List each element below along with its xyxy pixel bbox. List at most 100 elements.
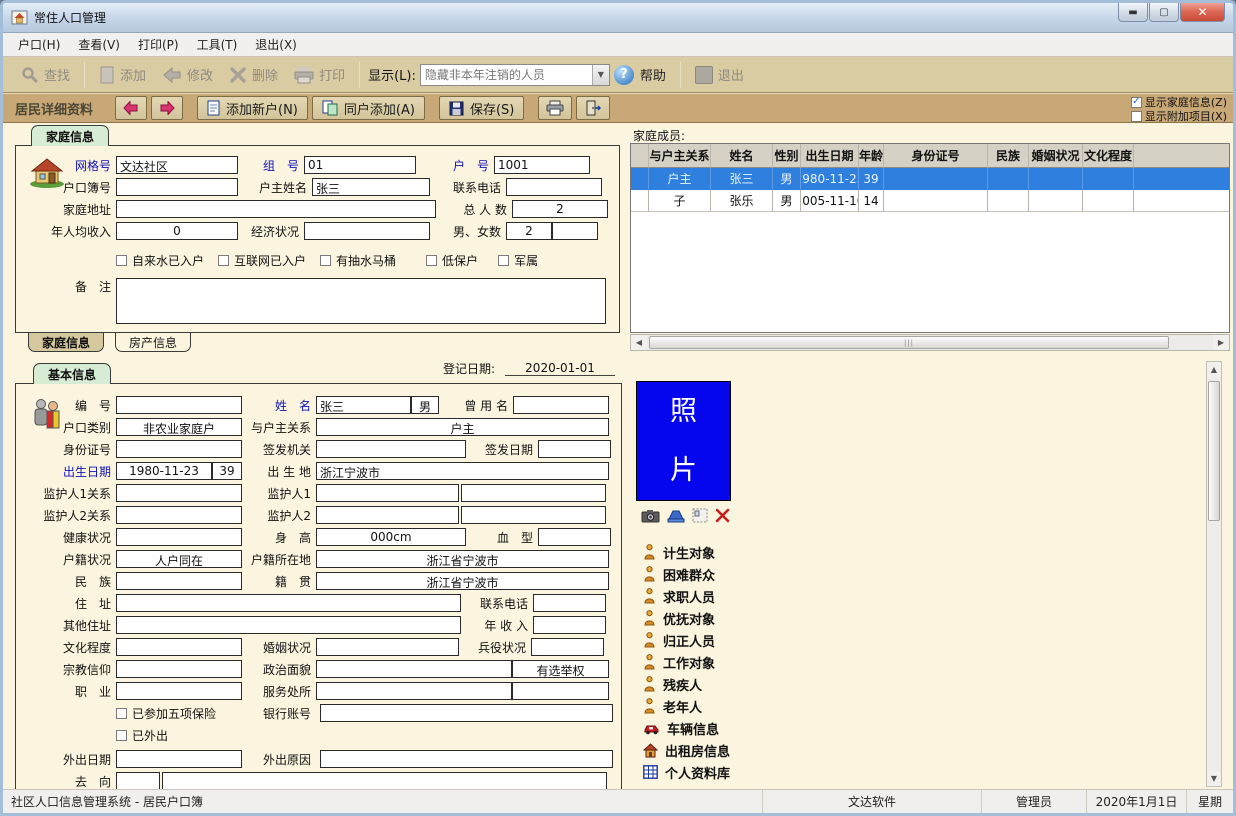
add-same-household-button[interactable]: 同户添加(A) [312, 96, 425, 120]
col-header[interactable]: 年龄 [859, 144, 884, 168]
prev-record-button[interactable] [115, 96, 147, 120]
utility-checkbox[interactable]: 有抽水马桶 [320, 252, 396, 269]
show-family-info-checkbox[interactable]: 显示家庭信息(Z) [1131, 95, 1227, 109]
table-row[interactable]: 户主张三男1980-11-2339 [631, 168, 1229, 190]
cell[interactable]: 张乐 [711, 190, 773, 212]
table-row[interactable]: 子张乐男2005-11-1014 [631, 190, 1229, 212]
form-input[interactable] [116, 772, 160, 790]
form-checkbox[interactable]: 已参加五项保险 [116, 705, 254, 722]
form-input[interactable] [116, 484, 242, 502]
cell[interactable]: 2005-11-10 [801, 190, 859, 212]
menu-item-4[interactable]: 退出(X) [246, 33, 306, 56]
col-header[interactable]: 性别 [773, 144, 801, 168]
form-input[interactable] [316, 440, 466, 458]
menu-item-0[interactable]: 户口(H) [9, 33, 69, 56]
form-input[interactable] [513, 396, 609, 414]
quick-link[interactable]: 计生对象 [643, 541, 730, 563]
col-header[interactable]: 文化程度 [1083, 144, 1134, 168]
next-record-button[interactable] [151, 96, 183, 120]
form-input[interactable] [304, 222, 430, 240]
bottom-tab-family-info[interactable]: 家庭信息 [28, 333, 104, 352]
form-input[interactable] [116, 396, 242, 414]
form-input[interactable]: 0 [116, 222, 238, 240]
form-input[interactable] [533, 616, 606, 634]
cell[interactable]: 子 [649, 190, 711, 212]
menu-item-2[interactable]: 打印(P) [129, 33, 188, 56]
cell[interactable]: 14 [859, 190, 884, 212]
vscroll-thumb[interactable] [1208, 381, 1220, 521]
print-record-button[interactable] [538, 96, 572, 120]
find-button[interactable]: 查找 [13, 61, 78, 88]
form-input[interactable]: 非农业家庭户 [116, 418, 242, 436]
print-button[interactable]: 打印 [286, 61, 353, 88]
form-input[interactable] [316, 638, 459, 656]
minimize-button[interactable]: ▬ [1118, 3, 1148, 22]
form-input[interactable] [116, 638, 242, 656]
quick-link[interactable]: 出租房信息 [643, 739, 730, 761]
help-icon[interactable]: ? [614, 65, 634, 85]
form-input[interactable]: 户主 [316, 418, 609, 436]
save-button[interactable]: 保存(S) [439, 96, 524, 120]
cell[interactable]: 1980-11-23 [801, 168, 859, 190]
remark-textarea[interactable] [116, 278, 606, 324]
quick-link[interactable]: 优抚对象 [643, 607, 730, 629]
utility-checkbox[interactable]: 低保户 [426, 252, 478, 269]
col-header[interactable]: 出生日期 [801, 144, 859, 168]
row-selector[interactable] [631, 168, 649, 190]
cell[interactable] [1083, 190, 1134, 212]
add-new-household-button[interactable]: 添加新户(N) [197, 96, 308, 120]
quick-link[interactable]: 工作对象 [643, 651, 730, 673]
form-input[interactable] [320, 704, 613, 722]
form-input[interactable] [316, 506, 459, 524]
form-input[interactable] [552, 222, 598, 240]
cell[interactable] [1029, 168, 1083, 190]
form-input[interactable]: 2 [506, 222, 552, 240]
hscroll-thumb[interactable]: ||| [649, 336, 1169, 349]
scroll-right-icon[interactable]: ▶ [1213, 335, 1229, 350]
utility-checkbox[interactable]: 军属 [498, 252, 538, 269]
form-input[interactable]: 人户同在 [116, 550, 242, 568]
cell[interactable] [988, 168, 1029, 190]
form-input[interactable] [538, 440, 611, 458]
cell[interactable] [988, 190, 1029, 212]
form-input[interactable] [316, 484, 459, 502]
col-header[interactable]: 姓名 [711, 144, 773, 168]
close-detail-button[interactable] [576, 96, 610, 120]
form-input[interactable]: 张三 [312, 178, 430, 196]
form-input[interactable] [116, 750, 242, 768]
maximize-button[interactable]: ▢ [1149, 3, 1179, 22]
modify-button[interactable]: 修改 [154, 61, 221, 88]
form-input[interactable]: 浙江省宁波市 [316, 550, 609, 568]
form-input[interactable]: 01 [304, 156, 416, 174]
form-input[interactable]: 男 [411, 396, 439, 414]
form-input[interactable] [461, 484, 606, 502]
menu-item-3[interactable]: 工具(T) [188, 33, 247, 56]
form-input[interactable] [316, 682, 512, 700]
form-input[interactable]: 1001 [494, 156, 590, 174]
form-input[interactable] [531, 638, 604, 656]
form-input[interactable] [316, 660, 512, 678]
form-input[interactable] [116, 506, 242, 524]
cell[interactable]: 39 [859, 168, 884, 190]
scanner-icon[interactable] [667, 509, 685, 523]
col-header[interactable]: 与户主关系 [649, 144, 711, 168]
form-input[interactable]: 39 [212, 462, 242, 480]
tab-basic-info[interactable]: 基本信息 [33, 363, 111, 384]
detail-vscrollbar[interactable]: ▲ ▼ [1206, 361, 1222, 787]
cell[interactable] [1029, 190, 1083, 212]
form-input[interactable] [116, 682, 242, 700]
delete-button[interactable]: 删除 [221, 61, 286, 88]
help-button[interactable]: 帮助 [638, 61, 674, 88]
form-input[interactable] [538, 528, 611, 546]
cell[interactable]: 户主 [649, 168, 711, 190]
cell[interactable]: 男 [773, 190, 801, 212]
form-checkbox[interactable]: 已外出 [116, 727, 254, 744]
form-input[interactable] [512, 682, 609, 700]
form-input[interactable]: 有选举权 [512, 660, 609, 678]
display-filter-select[interactable]: 隐藏非本年注销的人员 ▼ [420, 64, 610, 86]
form-input[interactable] [116, 660, 242, 678]
form-input[interactable] [116, 594, 461, 612]
form-input[interactable] [162, 772, 607, 790]
quick-link[interactable]: 老年人 [643, 695, 730, 717]
show-extra-items-checkbox[interactable]: 显示附加项目(X) [1131, 109, 1227, 123]
